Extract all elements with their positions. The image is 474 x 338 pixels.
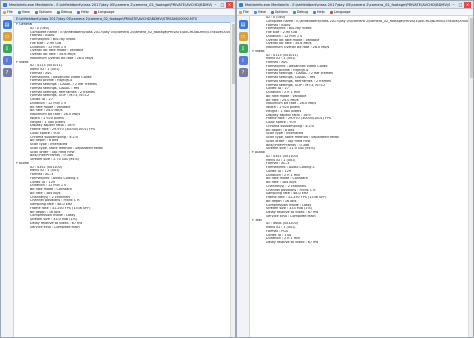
menu-options[interactable]: Options [270, 10, 288, 14]
section-label: Audio [19, 161, 29, 165]
export-icon[interactable]: ⇩ [2, 44, 12, 53]
open-folder-icon[interactable]: ▭ [2, 32, 12, 41]
tree-item[interactable]: Delay relative to video : 67 ms [252, 241, 473, 245]
view-icon [17, 10, 21, 14]
mediainfo-window-right: MediaInfo.exe MediaInfo - E:\shfieldbert… [236, 0, 474, 338]
section-label: General [19, 23, 33, 26]
help-icon [312, 10, 316, 14]
section-label: Audio [255, 151, 265, 154]
side-toolbar: ▤ ▭ ⇩ i ? [237, 16, 250, 337]
window-title: MediaInfo.exe MediaInfo - E:\shfieldbert… [9, 2, 212, 7]
menu-language[interactable]: Language [93, 10, 114, 14]
export-icon[interactable]: ⇩ [238, 44, 248, 53]
menu-file[interactable]: File [239, 10, 249, 14]
section-label: Video [255, 49, 265, 53]
open-file-icon[interactable]: ▤ [2, 20, 12, 29]
file-icon [239, 10, 242, 14]
menu-help[interactable]: Help [312, 10, 325, 14]
menu-help[interactable]: Help [76, 10, 89, 14]
scrollbar-thumb[interactable] [231, 24, 235, 84]
section-label: Text [255, 218, 262, 222]
options-icon [34, 10, 38, 14]
view-icon [253, 10, 257, 14]
maximize-button[interactable]: □ [457, 2, 464, 8]
window-title: MediaInfo.exe MediaInfo - E:\shfieldbert… [245, 2, 450, 7]
info-icon[interactable]: i [238, 56, 248, 65]
debug-icon [292, 10, 296, 14]
menu-view[interactable]: View [253, 10, 266, 14]
menu-file[interactable]: File [3, 10, 13, 14]
help-icon [76, 10, 80, 14]
minimize-button[interactable]: – [450, 2, 457, 8]
close-button[interactable]: × [464, 1, 471, 8]
menu-view[interactable]: View [17, 10, 30, 14]
tree-view[interactable]: E:\shfieldbert\class 2017\day 05\camera … [14, 16, 235, 337]
debug-icon [56, 10, 60, 14]
open-folder-icon[interactable]: ▭ [238, 32, 248, 41]
tree-item[interactable]: Service kind : Complete Main [16, 226, 235, 230]
options-icon [270, 10, 274, 14]
section-label: Video [19, 60, 29, 64]
menu-language[interactable]: Language [329, 10, 350, 14]
menu-options[interactable]: Options [34, 10, 52, 14]
menu-debug[interactable]: Debug [56, 10, 72, 14]
file-icon [3, 10, 6, 14]
help-icon[interactable]: ? [2, 68, 12, 77]
vertical-scrollbar[interactable] [230, 22, 235, 337]
info-tree: ID : 0 (0x0) Complete name : E:\shfieldbe… [250, 16, 473, 245]
vertical-scrollbar[interactable] [468, 16, 473, 337]
menu-debug[interactable]: Debug [292, 10, 308, 14]
title-bar[interactable]: MediaInfo.exe MediaInfo - E:\shfieldbert… [237, 1, 473, 9]
close-button[interactable]: × [226, 1, 233, 8]
help-icon[interactable]: ? [238, 68, 248, 77]
title-bar[interactable]: MediaInfo.exe MediaInfo - E:\shfieldbert… [1, 1, 235, 9]
open-file-icon[interactable]: ▤ [238, 20, 248, 29]
menu-bar: File View Options Debug Help Language [237, 9, 473, 16]
info-icon[interactable]: i [2, 56, 12, 65]
maximize-button[interactable]: □ [219, 2, 226, 8]
side-toolbar: ▤ ▭ ⇩ i ? [1, 16, 14, 337]
info-tree: ▾General ID : 0 (0x0) Complete name : E:\s… [14, 23, 235, 229]
minimize-button[interactable]: – [212, 2, 219, 8]
language-icon [329, 10, 333, 14]
app-icon [239, 2, 243, 7]
scrollbar-thumb[interactable] [469, 18, 473, 78]
mediainfo-window-left: MediaInfo.exe MediaInfo - E:\shfieldbert… [0, 0, 236, 338]
file-path-row[interactable]: E:\shfieldbert\class 2017\day 05\camera … [14, 16, 235, 23]
menu-bar: File View Options Debug Help Language [1, 9, 235, 16]
app-icon [3, 2, 7, 7]
tree-view[interactable]: ID : 0 (0x0) Complete name : E:\shfieldbe… [250, 16, 473, 337]
language-icon [93, 10, 97, 14]
